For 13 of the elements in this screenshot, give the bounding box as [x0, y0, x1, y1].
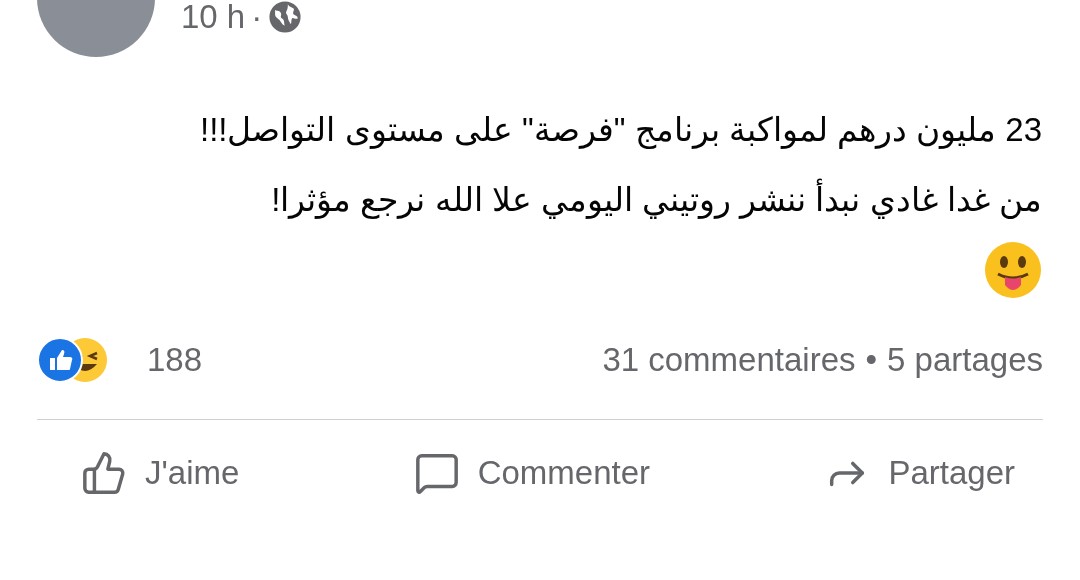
reaction-count[interactable]: 188: [147, 341, 203, 379]
separator-dot: ·: [251, 0, 263, 36]
post-text: من غدا غادي نبدأ ننشر روتيني اليومي علا الله نرجع مؤثرا!: [37, 165, 1042, 235]
share-button[interactable]: Partager: [824, 450, 1015, 496]
comment-button[interactable]: Commenter: [413, 450, 651, 496]
thumbs-up-icon: [81, 450, 127, 496]
post-text: 23 مليون درهم لمواكبة برنامج "فرصة" على مستوى التواصل!!!: [199, 110, 1042, 151]
like-button[interactable]: J'aime: [81, 450, 240, 496]
share-count[interactable]: 5 partages: [887, 341, 1043, 379]
tongue-out-face-icon: [984, 241, 1042, 299]
comment-count[interactable]: 31 commentaires: [602, 341, 856, 379]
separator-dot: •: [865, 341, 878, 379]
post-time[interactable]: 10 h: [181, 0, 246, 36]
